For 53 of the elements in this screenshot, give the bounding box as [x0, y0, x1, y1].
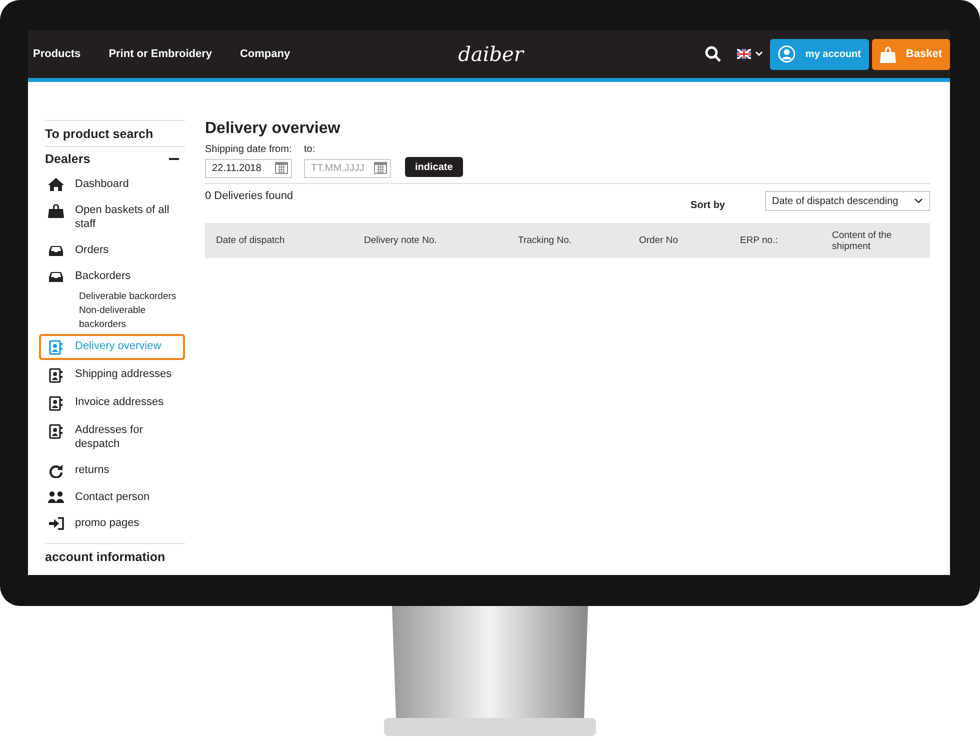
home-icon: [47, 177, 65, 191]
sign-in-icon: [47, 516, 65, 530]
inbox-icon: [47, 243, 65, 257]
indicate-button[interactable]: indicate: [405, 157, 463, 177]
column-header: ERP no.:: [740, 235, 779, 246]
contact-card-icon: [47, 367, 65, 383]
flag-icon[interactable]: [737, 49, 751, 59]
sidebar-subitem[interactable]: Deliverable backorders: [79, 290, 185, 304]
column-header: Date of dispatch: [216, 235, 286, 246]
sidebar-item[interactable]: Contact person: [39, 485, 185, 509]
nav-link[interactable]: Company: [240, 48, 290, 60]
column-header: Content of the shipment: [832, 230, 893, 252]
bag-icon: [880, 46, 896, 62]
date-to-field[interactable]: TT.MM.JJJJ: [304, 159, 391, 178]
sidebar-item[interactable]: Orders: [39, 238, 185, 262]
bag-icon: [47, 203, 65, 218]
sidebar-item[interactable]: Shipping addresses: [39, 362, 185, 388]
contact-card-icon: [47, 395, 65, 411]
calendar-icon[interactable]: [275, 161, 288, 174]
logo[interactable]: daiber: [458, 42, 524, 66]
inbox-icon: [47, 269, 65, 283]
sidebar-item[interactable]: returns: [39, 458, 185, 483]
contact-card-icon: [47, 423, 65, 439]
sort-label: Sort by: [690, 200, 725, 211]
search-icon[interactable]: [705, 46, 721, 62]
section-title[interactable]: account information: [45, 543, 185, 569]
date-from-field[interactable]: 22.11.2018: [205, 159, 292, 178]
contact-card-icon: [47, 339, 65, 355]
sidebar-item[interactable]: Invoice addresses: [39, 390, 185, 416]
product-search-link[interactable]: To product search: [45, 120, 185, 146]
column-header: Tracking No.: [518, 235, 572, 246]
column-header: Delivery note No.: [364, 235, 438, 246]
results-count: 0 Deliveries found: [205, 190, 294, 202]
field-label: to:: [304, 144, 316, 155]
chevron-down-icon[interactable]: [755, 51, 763, 57]
sidebar-subitem[interactable]: Non-deliverable backorders: [79, 304, 185, 332]
sidebar-item[interactable]: Backorders: [39, 264, 185, 288]
sidebar-item[interactable]: Addresses for despatch: [39, 418, 185, 456]
sort-select[interactable]: Date of dispatch descending: [765, 191, 930, 211]
sidebar-item[interactable]: promo pages: [39, 511, 185, 535]
field-label: Shipping date from:: [205, 144, 292, 155]
calendar-icon[interactable]: [374, 161, 387, 174]
nav-link[interactable]: Products: [33, 48, 81, 60]
section-title[interactable]: Dealers: [45, 152, 90, 166]
sidebar-item[interactable]: Dashboard: [39, 172, 185, 196]
refresh-icon: [47, 463, 65, 478]
nav-link[interactable]: Print or Embroidery: [108, 48, 212, 60]
sidebar-item[interactable]: Open baskets of all staff: [39, 198, 185, 236]
chevron-down-icon: [914, 198, 923, 204]
users-icon: [47, 490, 65, 503]
page-title: Delivery overview: [205, 120, 342, 138]
user-icon: [778, 45, 796, 63]
column-header: Order No: [639, 235, 680, 246]
